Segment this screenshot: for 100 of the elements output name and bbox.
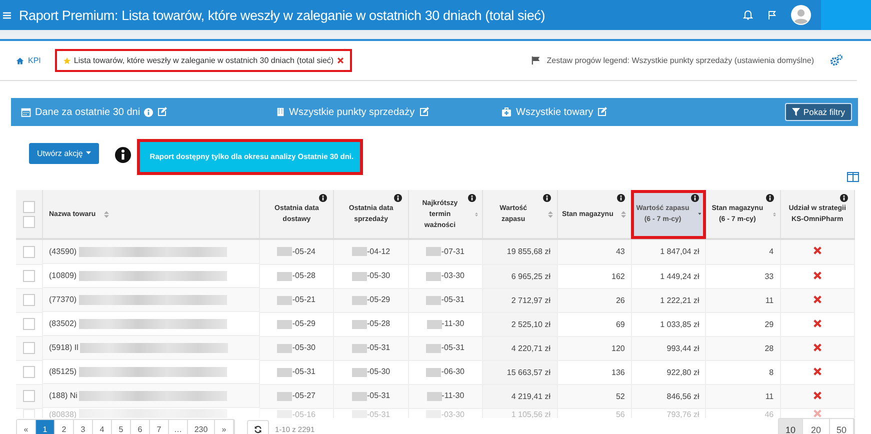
checkbox[interactable]: [23, 342, 35, 354]
date-cell: -05-16: [292, 410, 316, 419]
info-icon[interactable]: [616, 194, 625, 202]
table-cell: 120: [612, 344, 625, 352]
checkbox[interactable]: [23, 318, 35, 330]
date-cell: -05-24: [292, 247, 316, 256]
table-cell: 922,80 zł: [666, 368, 700, 376]
table-cell: 1 105,56 zł: [511, 410, 550, 419]
redacted-block: [277, 296, 292, 305]
close-icon[interactable]: [336, 57, 344, 64]
sort-icon[interactable]: [772, 210, 776, 218]
breadcrumb-current[interactable]: Lista towarów, które weszły w zaleganie w ostatnich 30 dniach (total sieć): [54, 49, 352, 72]
caret-icon: [86, 151, 91, 155]
page-size-button[interactable]: 10: [779, 418, 803, 434]
info-icon[interactable]: [394, 194, 402, 202]
sort-icon[interactable]: [104, 210, 109, 218]
checkbox[interactable]: [23, 246, 35, 258]
checkbox[interactable]: [23, 390, 35, 402]
checkbox[interactable]: [23, 294, 35, 306]
refresh-button[interactable]: [247, 420, 269, 434]
info-icon[interactable]: [840, 194, 848, 202]
date-cell: -05-30: [367, 271, 390, 280]
table-cell: 793,76 zł: [666, 410, 700, 419]
home-icon[interactable]: [16, 56, 24, 64]
table-cell: 43: [616, 247, 625, 256]
table-cell: 19 855,68 zł: [506, 247, 550, 256]
date-cell: -11-30: [442, 391, 464, 400]
avatar-icon[interactable]: [791, 5, 811, 25]
table-cell: 4: [769, 247, 774, 256]
table-cell: 56: [616, 410, 625, 419]
page-title: Raport Premium: Lista towarów, które weszły w zaleganie w ostatnich 30 dniach (total sieć): [19, 8, 545, 22]
info-icon[interactable]: [691, 194, 700, 202]
table-cell: 11: [765, 392, 774, 400]
redacted-block: [426, 247, 442, 256]
redacted-block: [352, 344, 367, 353]
date-cell: -05-31: [441, 343, 464, 352]
info-icon[interactable]: [766, 194, 774, 202]
product-code: (5918) Il: [49, 343, 78, 352]
refresh-icon: [254, 425, 262, 434]
date-cell: -05-29: [367, 295, 390, 304]
table-cell: 2 525,10 zł: [511, 320, 550, 328]
filter-label: Dane za ostatnie 30 dni: [35, 106, 140, 118]
redacted-block: [426, 392, 442, 401]
table-cell: 26: [616, 296, 625, 304]
redacted-block: [352, 320, 367, 329]
create-action-button[interactable]: Utwórz akcję: [29, 142, 99, 164]
calendar-icon: [21, 107, 31, 117]
table-cell: 33: [764, 272, 774, 280]
filter-label: Wszystkie punkty sprzedaży: [289, 106, 415, 118]
checkbox[interactable]: [23, 366, 35, 378]
star-icon[interactable]: [62, 56, 71, 64]
date-cell: -05-27: [292, 391, 316, 400]
product-code: (85125): [49, 367, 77, 376]
checkbox[interactable]: [23, 200, 35, 212]
show-filters-button[interactable]: Pokaż filtry: [785, 103, 852, 121]
product-code: (188) Ni: [49, 391, 78, 400]
product-code: (10809): [49, 271, 77, 280]
table-cell: 1 033,85 zł: [660, 320, 700, 328]
redacted-block: [426, 320, 442, 329]
page-button[interactable]: 1: [36, 420, 55, 434]
filter-icon: [792, 108, 800, 116]
sort-descending-icon[interactable]: [698, 212, 702, 216]
redacted-block: [426, 368, 442, 377]
previous-page-button[interactable]: «: [17, 420, 36, 434]
checkbox[interactable]: [23, 270, 35, 282]
date-cell: -04-12: [367, 247, 390, 256]
table-cell: 52: [616, 392, 625, 400]
breadcrumb-link[interactable]: KPI: [28, 56, 41, 65]
table-cell: 11: [765, 296, 774, 304]
info-icon[interactable]: [319, 194, 328, 202]
date-cell: -05-30: [367, 367, 390, 376]
edit-icon[interactable]: [597, 107, 608, 117]
date-cell: -05-31: [367, 343, 390, 352]
table-cell: 4 220,71 zł: [511, 344, 550, 352]
table-cell: 136: [612, 368, 625, 376]
sort-icon[interactable]: [475, 210, 478, 218]
edit-icon[interactable]: [157, 107, 168, 117]
edit-icon[interactable]: [418, 107, 429, 117]
table-cell: 1 449,24 zł: [660, 272, 700, 280]
info-icon[interactable]: [468, 194, 476, 202]
table-cell: 993,44 zł: [666, 344, 700, 352]
product-code: (83502): [49, 319, 77, 328]
product-code: (77370): [49, 295, 77, 304]
sort-icon[interactable]: [621, 210, 626, 218]
info-icon[interactable]: [542, 194, 550, 202]
redacted-block: [352, 247, 367, 256]
flag-icon[interactable]: [767, 10, 777, 20]
redacted-block: [352, 296, 367, 305]
date-cell: -05-31: [292, 367, 316, 376]
product-code: (43590): [49, 247, 77, 256]
settings-icon[interactable]: [830, 54, 843, 67]
redacted-block: [352, 392, 367, 401]
columns-icon[interactable]: [847, 172, 859, 182]
bell-icon[interactable]: [743, 10, 753, 20]
menu-icon[interactable]: [3, 12, 11, 18]
sort-icon[interactable]: [548, 210, 552, 218]
checkbox[interactable]: [23, 216, 35, 228]
breadcrumb-text: Lista towarów, które weszły w zaleganie w ostatnich 30 dniach (total sieć): [74, 56, 334, 65]
date-cell: -03-30: [441, 271, 464, 280]
table-cell: 1 222,21 zł: [660, 296, 700, 304]
